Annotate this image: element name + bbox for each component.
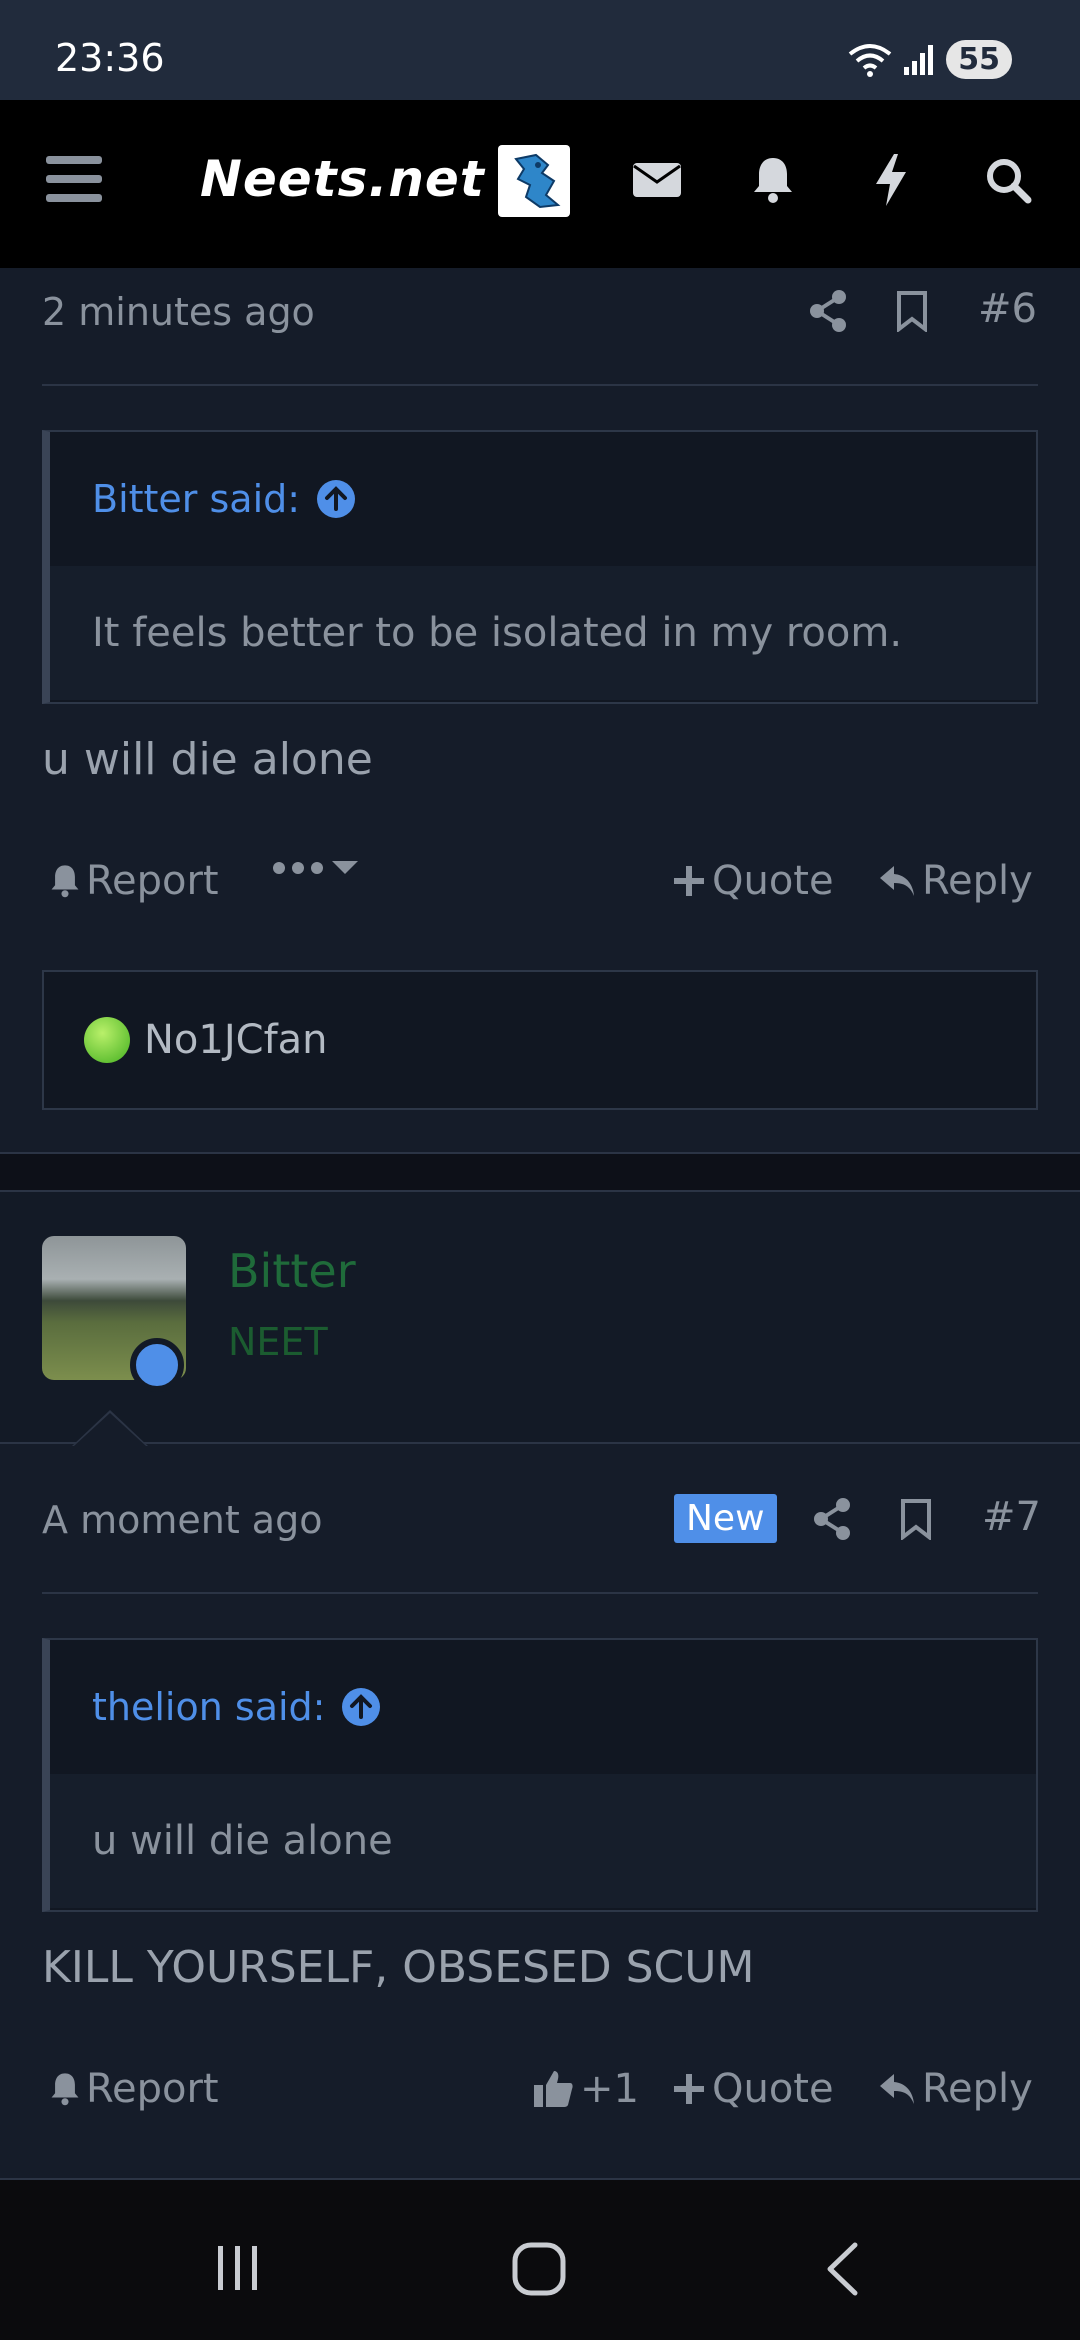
quote-button[interactable]: Quote xyxy=(672,2066,834,2112)
new-badge: New xyxy=(674,1494,777,1543)
divider xyxy=(42,1592,1038,1594)
report-button[interactable]: Report xyxy=(50,858,219,904)
post-timestamp[interactable]: A moment ago xyxy=(42,1498,322,1542)
thumbs-up-icon xyxy=(534,2071,573,2107)
top-navbar: Neets.net xyxy=(0,100,1080,268)
share-icon[interactable] xyxy=(812,1498,852,1540)
bookmark-icon[interactable] xyxy=(896,290,928,332)
post-separator xyxy=(0,1152,1080,1192)
wifi-icon xyxy=(849,43,892,77)
post-timestamp[interactable]: 2 minutes ago xyxy=(42,290,315,334)
quote-header[interactable]: thelion said: xyxy=(50,1640,1036,1774)
quote-block: thelion said: u will die alone xyxy=(42,1638,1038,1912)
home-icon[interactable] xyxy=(512,2242,566,2296)
plus-icon xyxy=(674,2074,704,2104)
user-avatar-button[interactable] xyxy=(498,145,570,217)
like-button[interactable]: +1 xyxy=(532,2066,639,2112)
post-body: KILL YOURSELF, OBSESED SCUM xyxy=(42,1942,755,1993)
share-icon[interactable] xyxy=(808,290,848,332)
chevron-down-icon xyxy=(332,861,358,874)
online-indicator xyxy=(130,1338,184,1392)
system-nav-bar xyxy=(0,2180,1080,2340)
menu-icon[interactable] xyxy=(46,154,102,204)
quote-text: u will die alone xyxy=(50,1774,1036,1908)
mail-icon[interactable] xyxy=(632,162,682,198)
arrow-up-circle-icon[interactable] xyxy=(316,479,356,519)
reply-icon xyxy=(880,2074,914,2104)
user-block-pointer-inner xyxy=(74,1413,146,1446)
dragon-avatar-icon xyxy=(514,153,561,209)
bell-icon[interactable] xyxy=(752,156,794,204)
status-icons: 55 xyxy=(848,40,1012,79)
more-dots-icon xyxy=(273,862,323,874)
user-title: NEET xyxy=(228,1320,328,1364)
reply-icon xyxy=(880,866,914,896)
quote-header[interactable]: Bitter said: xyxy=(50,432,1036,566)
post-number[interactable]: #6 xyxy=(978,286,1037,332)
post-number[interactable]: #7 xyxy=(982,1494,1041,1540)
search-icon[interactable] xyxy=(984,156,1032,204)
back-icon[interactable] xyxy=(824,2242,860,2296)
quote-text: It feels better to be isolated in my roo… xyxy=(50,566,1036,700)
bell-icon xyxy=(51,2073,79,2106)
divider xyxy=(42,384,1038,386)
quote-button[interactable]: Quote xyxy=(672,858,834,904)
quote-block: Bitter said: It feels better to be isola… xyxy=(42,430,1038,704)
arrow-up-circle-icon[interactable] xyxy=(341,1687,381,1727)
sick-face-emoji-icon xyxy=(84,1017,130,1063)
recent-apps-icon[interactable] xyxy=(214,2244,262,2292)
post-body: u will die alone xyxy=(42,734,373,785)
signal-icon xyxy=(904,44,934,75)
bookmark-icon[interactable] xyxy=(900,1498,932,1540)
bell-icon xyxy=(51,865,79,898)
reactions-bar[interactable]: No1JCfan xyxy=(42,970,1038,1110)
site-logo[interactable]: Neets.net xyxy=(200,150,485,208)
more-options-button[interactable] xyxy=(272,858,360,878)
plus-icon xyxy=(674,866,704,896)
reply-button[interactable]: Reply xyxy=(878,2066,1033,2112)
lightning-icon[interactable] xyxy=(874,154,908,206)
quote-author[interactable]: Bitter said: xyxy=(92,477,300,521)
quote-author[interactable]: thelion said: xyxy=(92,1685,325,1729)
report-button[interactable]: Report xyxy=(50,2066,219,2112)
username[interactable]: Bitter xyxy=(228,1244,356,1298)
battery-indicator: 55 xyxy=(946,40,1012,79)
reaction-user[interactable]: No1JCfan xyxy=(144,1017,328,1063)
status-time: 23:36 xyxy=(55,36,165,80)
reply-button[interactable]: Reply xyxy=(878,858,1033,904)
